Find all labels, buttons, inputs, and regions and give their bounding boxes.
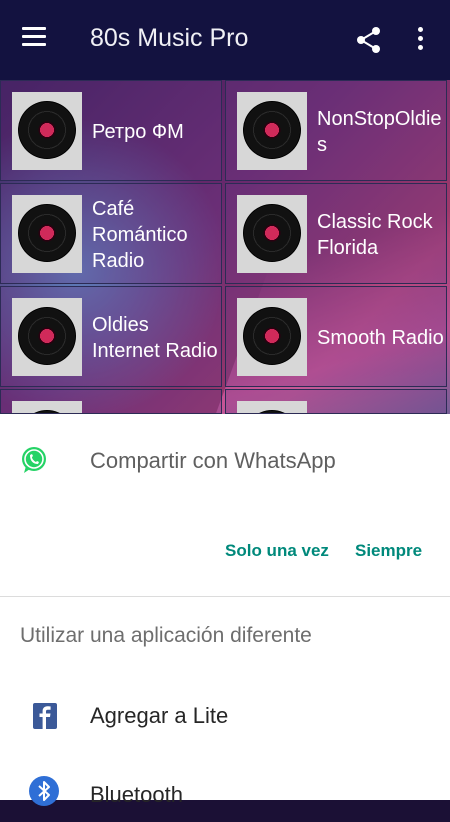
station-label: Café Romántico Radio: [92, 198, 188, 272]
station-tile[interactable]: [225, 389, 447, 414]
more-vert-icon[interactable]: [418, 27, 424, 53]
facebook-icon: [33, 703, 57, 729]
always-button[interactable]: Siempre: [355, 541, 422, 561]
station-tile[interactable]: Café Romántico Radio: [0, 183, 222, 284]
vinyl-record-icon: [243, 307, 301, 365]
vinyl-record-icon: [243, 101, 301, 159]
station-label: [92, 398, 220, 413]
station-label: NonStopOldies: [317, 108, 442, 156]
whatsapp-share-label[interactable]: Compartir con WhatsApp: [90, 448, 336, 474]
whatsapp-icon[interactable]: [20, 446, 48, 474]
station-grid: Ретро ФМ NonStopOldies Café Romántico Ra…: [0, 80, 450, 414]
station-label: Smooth Radio: [317, 327, 444, 349]
station-thumbnail: [12, 195, 82, 273]
station-thumbnail: [237, 401, 307, 413]
station-thumbnail: [12, 92, 82, 170]
station-label: [317, 398, 445, 413]
divider: [0, 596, 450, 597]
station-thumbnail: [237, 298, 307, 376]
hamburger-menu-icon[interactable]: [22, 27, 46, 47]
vinyl-record-icon: [243, 204, 301, 262]
vinyl-record-icon: [18, 307, 76, 365]
station-label: Ретро ФМ: [92, 121, 184, 143]
app-bar: 80s Music Pro: [0, 0, 450, 80]
app-option-bluetooth[interactable]: [0, 762, 450, 822]
station-label: Oldies Internet Radio: [92, 314, 218, 362]
station-tile[interactable]: Oldies Internet Radio: [0, 286, 222, 387]
station-tile[interactable]: [0, 389, 222, 414]
station-label: Classic Rock Florida: [317, 211, 433, 259]
app-title: 80s Music Pro: [90, 24, 249, 52]
share-icon[interactable]: [356, 26, 382, 54]
vinyl-record-icon: [18, 101, 76, 159]
station-thumbnail: [12, 298, 82, 376]
station-thumbnail: [237, 195, 307, 273]
share-bottom-sheet: Compartir con WhatsApp Solo una vez Siem…: [0, 414, 450, 807]
app-option-label: Agregar a Lite: [90, 703, 229, 728]
station-tile[interactable]: Smooth Radio: [225, 286, 447, 387]
bluetooth-icon: [29, 776, 59, 806]
station-tile[interactable]: NonStopOldies: [225, 80, 447, 181]
just-once-button[interactable]: Solo una vez: [225, 541, 329, 561]
station-tile[interactable]: Ретро ФМ: [0, 80, 222, 181]
station-thumbnail: [237, 92, 307, 170]
vinyl-record-icon: [18, 204, 76, 262]
station-tile[interactable]: Classic Rock Florida: [225, 183, 447, 284]
app-option-label: Bluetooth: [90, 782, 183, 807]
station-thumbnail: [12, 401, 82, 413]
use-different-app-label: Utilizar una aplicación diferente: [20, 624, 312, 647]
